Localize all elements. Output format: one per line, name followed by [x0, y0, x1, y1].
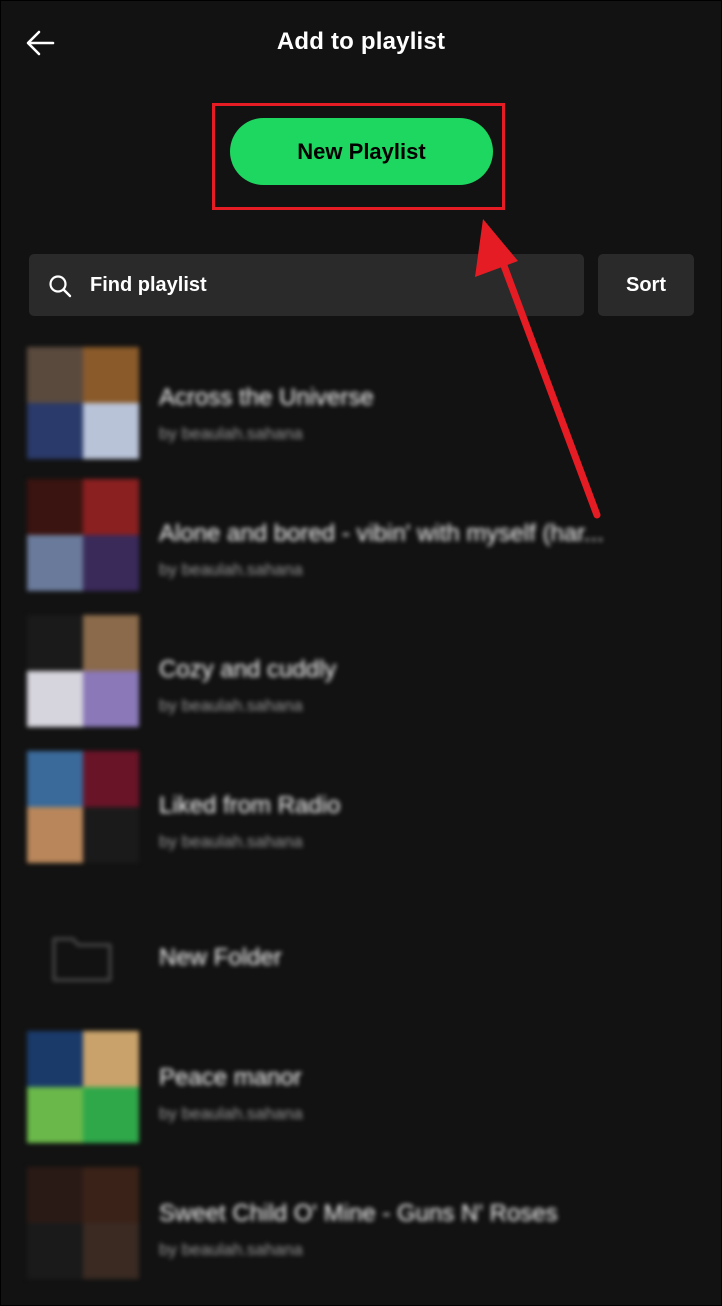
playlist-title: Sweet Child O' Mine - Guns N' Roses	[159, 1200, 558, 1227]
playlist-cover	[27, 347, 139, 459]
search-placeholder: Find playlist	[90, 274, 207, 296]
playlist-owner: by beaulah.sahana	[159, 696, 303, 715]
cover-tile	[27, 807, 83, 863]
playlist-owner: by beaulah.sahana	[159, 832, 303, 851]
cover-tile	[83, 535, 139, 591]
cover-tile	[83, 479, 139, 535]
playlist-cover	[27, 1167, 139, 1279]
cover-tile	[27, 1031, 83, 1087]
cover-tile	[83, 1223, 139, 1279]
folder-title: New Folder	[159, 944, 282, 971]
playlist-title: Liked from Radio	[159, 792, 341, 819]
cover-tile	[83, 1167, 139, 1223]
sort-button[interactable]: Sort	[598, 254, 694, 316]
playlist-row[interactable]: Alone and bored - vibin' with myself (ha…	[1, 469, 721, 593]
playlist-row[interactable]: Peace manor by beaulah.sahana	[1, 1021, 721, 1145]
cover-tile	[83, 807, 139, 863]
cover-tile	[27, 479, 83, 535]
cover-tile	[27, 347, 83, 403]
cover-tile	[27, 403, 83, 459]
header: Add to playlist	[1, 1, 721, 87]
cover-tile	[27, 1223, 83, 1279]
playlist-title: Peace manor	[159, 1064, 302, 1091]
cover-tile	[83, 347, 139, 403]
folder-row[interactable]: New Folder	[1, 901, 721, 1017]
playlist-owner: by beaulah.sahana	[159, 1104, 303, 1123]
cover-tile	[27, 1167, 83, 1223]
playlist-title: Alone and bored - vibin' with myself (ha…	[159, 520, 604, 547]
cover-tile	[83, 671, 139, 727]
playlist-owner: by beaulah.sahana	[159, 560, 303, 579]
playlist-row[interactable]: Across the Universe by beaulah.sahana	[1, 341, 721, 465]
new-playlist-button[interactable]: New Playlist	[230, 118, 493, 185]
cover-tile	[27, 535, 83, 591]
cover-tile	[83, 751, 139, 807]
playlist-owner: by beaulah.sahana	[159, 424, 303, 443]
playlist-owner: by beaulah.sahana	[159, 1240, 303, 1259]
cover-tile	[27, 671, 83, 727]
folder-icon	[52, 937, 112, 982]
cover-tile	[83, 615, 139, 671]
playlist-cover	[27, 479, 139, 591]
playlist-cover	[27, 751, 139, 863]
cover-tile	[27, 615, 83, 671]
playlist-cover	[27, 615, 139, 727]
page-title: Add to playlist	[276, 28, 446, 55]
find-playlist-search[interactable]: Find playlist	[29, 254, 584, 316]
cover-tile	[83, 403, 139, 459]
playlist-title: Cozy and cuddly	[159, 656, 337, 683]
cover-tile	[27, 1087, 83, 1143]
cover-tile	[83, 1087, 139, 1143]
playlist-row[interactable]: Cozy and cuddly by beaulah.sahana	[1, 605, 721, 729]
add-to-playlist-screen: Add to playlist New Playlist Find playli…	[0, 0, 722, 1306]
playlist-cover	[27, 1031, 139, 1143]
search-icon	[49, 275, 72, 298]
playlist-row[interactable]: Sweet Child O' Mine - Guns N' Roses by b…	[1, 1157, 721, 1287]
playlist-title: Across the Universe	[159, 384, 374, 411]
cover-tile	[27, 751, 83, 807]
playlist-row[interactable]: Liked from Radio by beaulah.sahana	[1, 741, 721, 865]
cover-tile	[83, 1031, 139, 1087]
